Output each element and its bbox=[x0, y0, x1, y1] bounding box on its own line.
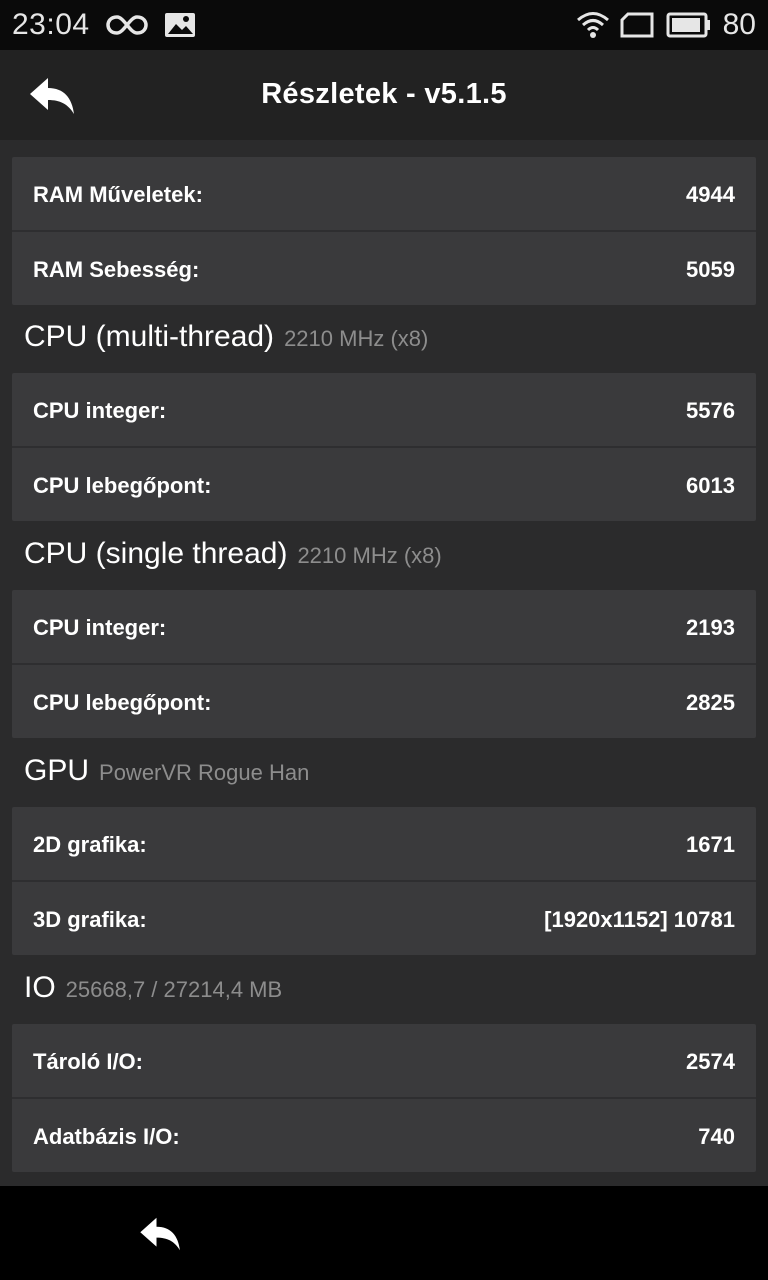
row-value: 5576 bbox=[686, 398, 735, 423]
list-item: 3D grafika: [1920x1152] 10781 bbox=[12, 880, 756, 955]
navigation-bar bbox=[0, 1186, 768, 1280]
section-title: IO bbox=[24, 971, 56, 1004]
row-label: 3D grafika: bbox=[33, 907, 147, 932]
section-header-cpu-multi: CPU (multi-thread) 2210 MHz (x8) bbox=[24, 320, 428, 360]
cpu-multi-card: CPU integer: 5576 CPU lebegőpont: 6013 bbox=[12, 373, 756, 521]
row-label: Adatbázis I/O: bbox=[33, 1124, 180, 1149]
section-subtitle: 2210 MHz (x8) bbox=[297, 543, 442, 568]
row-label: CPU lebegőpont: bbox=[33, 473, 212, 498]
sim-icon bbox=[620, 12, 654, 43]
row-value: 5059 bbox=[686, 257, 735, 282]
list-item: Tároló I/O: 2574 bbox=[12, 1024, 756, 1097]
row-value: 6013 bbox=[686, 473, 735, 498]
section-title: GPU bbox=[24, 754, 90, 787]
row-value: 1671 bbox=[686, 832, 735, 857]
row-value: 740 bbox=[698, 1124, 735, 1149]
list-item: CPU integer: 2193 bbox=[12, 590, 756, 663]
battery-icon bbox=[666, 12, 712, 43]
row-value: 2574 bbox=[686, 1049, 735, 1074]
nav-back-icon[interactable] bbox=[137, 1216, 185, 1256]
row-value: 2193 bbox=[686, 615, 735, 640]
io-card: Tároló I/O: 2574 Adatbázis I/O: 740 bbox=[12, 1024, 756, 1172]
row-label: CPU integer: bbox=[33, 398, 167, 423]
page-title: Részletek - v5.1.5 bbox=[261, 78, 507, 110]
row-label: Tároló I/O: bbox=[33, 1049, 143, 1074]
cpu-single-card: CPU integer: 2193 CPU lebegőpont: 2825 bbox=[12, 590, 756, 738]
battery-percent: 80 bbox=[722, 8, 756, 41]
section-header-gpu: GPU PowerVR Rogue Han bbox=[24, 754, 309, 794]
section-subtitle: 25668,7 / 27214,4 MB bbox=[65, 977, 283, 1002]
row-label: 2D grafika: bbox=[33, 832, 147, 857]
section-title: CPU (single thread) bbox=[24, 537, 288, 570]
row-label: CPU lebegőpont: bbox=[33, 690, 212, 715]
gpu-card: 2D grafika: 1671 3D grafika: [1920x1152]… bbox=[12, 807, 756, 955]
wifi-icon bbox=[576, 10, 610, 45]
section-title: CPU (multi-thread) bbox=[24, 320, 275, 353]
ram-card: RAM Műveletek: 4944 RAM Sebesség: 5059 bbox=[12, 157, 756, 305]
infinity-icon bbox=[106, 14, 148, 41]
row-value: 4944 bbox=[686, 182, 735, 207]
row-label: CPU integer: bbox=[33, 615, 167, 640]
list-item: RAM Sebesség: 5059 bbox=[12, 230, 756, 305]
row-label: RAM Sebesség: bbox=[33, 257, 200, 282]
section-header-cpu-single: CPU (single thread) 2210 MHz (x8) bbox=[24, 537, 442, 577]
image-icon bbox=[164, 12, 196, 43]
action-bar: Részletek - v5.1.5 bbox=[0, 50, 768, 140]
section-header-io: IO 25668,7 / 27214,4 MB bbox=[24, 971, 282, 1011]
list-item: CPU lebegőpont: 2825 bbox=[12, 663, 756, 738]
row-value: 2825 bbox=[686, 690, 735, 715]
row-label: RAM Műveletek: bbox=[33, 182, 203, 207]
list-item: CPU lebegőpont: 6013 bbox=[12, 446, 756, 521]
status-time: 23:04 bbox=[12, 8, 90, 41]
details-content: RAM Műveletek: 4944 RAM Sebesség: 5059 C… bbox=[0, 140, 768, 1186]
list-item: RAM Műveletek: 4944 bbox=[12, 157, 756, 230]
section-subtitle: PowerVR Rogue Han bbox=[99, 760, 310, 785]
row-value: [1920x1152] 10781 bbox=[544, 907, 735, 932]
list-item: 2D grafika: 1671 bbox=[12, 807, 756, 880]
list-item: CPU integer: 5576 bbox=[12, 373, 756, 446]
list-item: Adatbázis I/O: 740 bbox=[12, 1097, 756, 1172]
status-bar: 23:04 80 bbox=[0, 0, 768, 50]
section-subtitle: 2210 MHz (x8) bbox=[284, 326, 429, 351]
